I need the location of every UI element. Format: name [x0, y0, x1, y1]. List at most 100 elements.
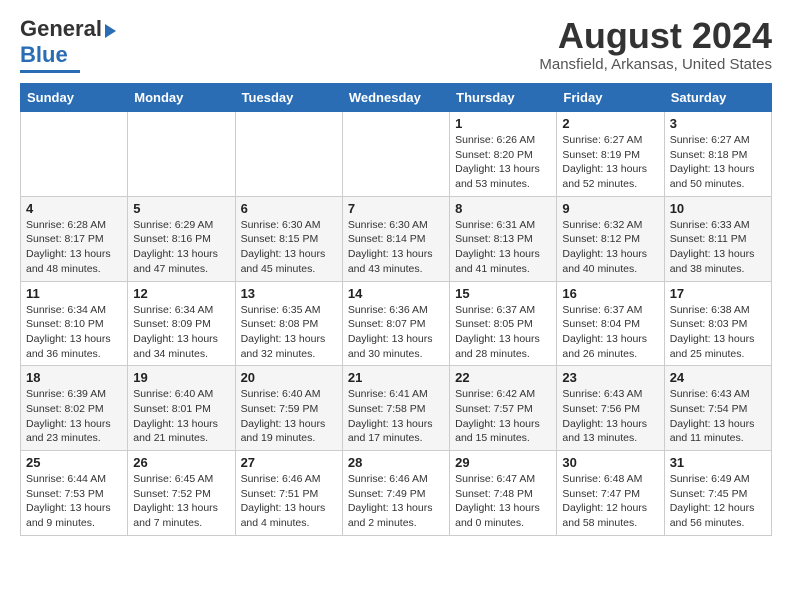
day-info: Sunrise: 6:40 AM Sunset: 8:01 PM Dayligh… — [133, 387, 229, 446]
calendar-cell: 29 Sunrise: 6:47 AM Sunset: 7:48 PM Dayli… — [450, 451, 557, 536]
day-info: Sunrise: 6:33 AM Sunset: 8:11 PM Dayligh… — [670, 218, 766, 277]
logo-arrow-icon — [105, 24, 116, 38]
calendar-cell: 30 Sunrise: 6:48 AM Sunset: 7:47 PM Dayli… — [557, 451, 664, 536]
header-day-thursday: Thursday — [450, 84, 557, 112]
day-number: 11 — [26, 286, 122, 301]
calendar-cell: 8Sunrise: 6:31 AM Sunset: 8:13 PM Daylig… — [450, 196, 557, 281]
logo-text-general: General — [20, 16, 102, 42]
day-number: 5 — [133, 201, 229, 216]
day-info: Sunrise: 6:41 AM Sunset: 7:58 PM Dayligh… — [348, 387, 444, 446]
day-info: Sunrise: 6:28 AM Sunset: 8:17 PM Dayligh… — [26, 218, 122, 277]
calendar-cell: 23Sunrise: 6:43 AM Sunset: 7:56 PM Dayli… — [557, 366, 664, 451]
day-info: Sunrise: 6:44 AM Sunset: 7:53 PM Dayligh… — [26, 472, 122, 531]
day-number: 1 — [455, 116, 551, 131]
day-number: 24 — [670, 370, 766, 385]
day-info: Sunrise: 6:27 AM Sunset: 8:19 PM Dayligh… — [562, 133, 658, 192]
day-info: Sunrise: 6:43 AM Sunset: 7:54 PM Dayligh… — [670, 387, 766, 446]
day-number: 25 — [26, 455, 122, 470]
header-day-tuesday: Tuesday — [235, 84, 342, 112]
day-number: 17 — [670, 286, 766, 301]
calendar-table: SundayMondayTuesdayWednesdayThursdayFrid… — [20, 83, 772, 536]
day-info: Sunrise: 6:30 AM Sunset: 8:15 PM Dayligh… — [241, 218, 337, 277]
calendar-cell: 9Sunrise: 6:32 AM Sunset: 8:12 PM Daylig… — [557, 196, 664, 281]
month-title: August 2024 — [539, 16, 772, 56]
logo: General Blue — [20, 16, 116, 73]
calendar-cell — [235, 112, 342, 197]
day-number: 6 — [241, 201, 337, 216]
day-number: 29 — [455, 455, 551, 470]
day-number: 2 — [562, 116, 658, 131]
calendar-week-row: 25 Sunrise: 6:44 AM Sunset: 7:53 PM Dayli… — [21, 451, 772, 536]
calendar-cell: 7 Sunrise: 6:30 AM Sunset: 8:14 PM Daylig… — [342, 196, 449, 281]
calendar-cell: 1Sunrise: 6:26 AM Sunset: 8:20 PM Daylig… — [450, 112, 557, 197]
calendar-cell — [342, 112, 449, 197]
day-number: 16 — [562, 286, 658, 301]
calendar-cell: 11 Sunrise: 6:34 AM Sunset: 8:10 PM Dayli… — [21, 281, 128, 366]
calendar-cell: 26 Sunrise: 6:45 AM Sunset: 7:52 PM Dayli… — [128, 451, 235, 536]
day-info: Sunrise: 6:30 AM Sunset: 8:14 PM Dayligh… — [348, 218, 444, 277]
day-number: 3 — [670, 116, 766, 131]
day-number: 30 — [562, 455, 658, 470]
day-number: 18 — [26, 370, 122, 385]
calendar-cell: 20Sunrise: 6:40 AM Sunset: 7:59 PM Dayli… — [235, 366, 342, 451]
title-area: August 2024 Mansfield, Arkansas, United … — [539, 16, 772, 73]
calendar-cell: 25 Sunrise: 6:44 AM Sunset: 7:53 PM Dayli… — [21, 451, 128, 536]
day-number: 10 — [670, 201, 766, 216]
day-number: 13 — [241, 286, 337, 301]
day-number: 26 — [133, 455, 229, 470]
logo-underline — [20, 70, 80, 73]
calendar-cell: 19 Sunrise: 6:40 AM Sunset: 8:01 PM Dayli… — [128, 366, 235, 451]
header-day-wednesday: Wednesday — [342, 84, 449, 112]
day-info: Sunrise: 6:39 AM Sunset: 8:02 PM Dayligh… — [26, 387, 122, 446]
location-title: Mansfield, Arkansas, United States — [539, 56, 772, 73]
day-info: Sunrise: 6:46 AM Sunset: 7:51 PM Dayligh… — [241, 472, 337, 531]
calendar-week-row: 4 Sunrise: 6:28 AM Sunset: 8:17 PM Daylig… — [21, 196, 772, 281]
calendar-cell: 31 Sunrise: 6:49 AM Sunset: 7:45 PM Dayli… — [664, 451, 771, 536]
day-number: 23 — [562, 370, 658, 385]
calendar-week-row: 18 Sunrise: 6:39 AM Sunset: 8:02 PM Dayli… — [21, 366, 772, 451]
logo-text-blue: Blue — [20, 42, 68, 68]
day-number: 15 — [455, 286, 551, 301]
day-info: Sunrise: 6:45 AM Sunset: 7:52 PM Dayligh… — [133, 472, 229, 531]
day-number: 27 — [241, 455, 337, 470]
calendar-week-row: 1Sunrise: 6:26 AM Sunset: 8:20 PM Daylig… — [21, 112, 772, 197]
day-number: 14 — [348, 286, 444, 301]
day-info: Sunrise: 6:34 AM Sunset: 8:10 PM Dayligh… — [26, 303, 122, 362]
calendar-cell — [128, 112, 235, 197]
day-info: Sunrise: 6:32 AM Sunset: 8:12 PM Dayligh… — [562, 218, 658, 277]
day-info: Sunrise: 6:46 AM Sunset: 7:49 PM Dayligh… — [348, 472, 444, 531]
calendar-cell: 4 Sunrise: 6:28 AM Sunset: 8:17 PM Daylig… — [21, 196, 128, 281]
calendar-cell: 28 Sunrise: 6:46 AM Sunset: 7:49 PM Dayli… — [342, 451, 449, 536]
day-number: 4 — [26, 201, 122, 216]
header: General Blue August 2024 Mansfield, Arka… — [20, 16, 772, 73]
header-day-sunday: Sunday — [21, 84, 128, 112]
calendar-cell: 12Sunrise: 6:34 AM Sunset: 8:09 PM Dayli… — [128, 281, 235, 366]
calendar-week-row: 11 Sunrise: 6:34 AM Sunset: 8:10 PM Dayli… — [21, 281, 772, 366]
day-info: Sunrise: 6:48 AM Sunset: 7:47 PM Dayligh… — [562, 472, 658, 531]
day-info: Sunrise: 6:37 AM Sunset: 8:04 PM Dayligh… — [562, 303, 658, 362]
calendar-cell: 27 Sunrise: 6:46 AM Sunset: 7:51 PM Dayli… — [235, 451, 342, 536]
calendar-cell: 21 Sunrise: 6:41 AM Sunset: 7:58 PM Dayli… — [342, 366, 449, 451]
calendar-cell: 24 Sunrise: 6:43 AM Sunset: 7:54 PM Dayli… — [664, 366, 771, 451]
day-number: 19 — [133, 370, 229, 385]
day-info: Sunrise: 6:29 AM Sunset: 8:16 PM Dayligh… — [133, 218, 229, 277]
day-number: 31 — [670, 455, 766, 470]
header-day-friday: Friday — [557, 84, 664, 112]
day-info: Sunrise: 6:27 AM Sunset: 8:18 PM Dayligh… — [670, 133, 766, 192]
calendar-cell: 22Sunrise: 6:42 AM Sunset: 7:57 PM Dayli… — [450, 366, 557, 451]
day-info: Sunrise: 6:37 AM Sunset: 8:05 PM Dayligh… — [455, 303, 551, 362]
day-number: 7 — [348, 201, 444, 216]
day-number: 21 — [348, 370, 444, 385]
logo-line2: Blue — [20, 42, 68, 68]
day-number: 8 — [455, 201, 551, 216]
day-info: Sunrise: 6:34 AM Sunset: 8:09 PM Dayligh… — [133, 303, 229, 362]
day-info: Sunrise: 6:35 AM Sunset: 8:08 PM Dayligh… — [241, 303, 337, 362]
day-number: 20 — [241, 370, 337, 385]
calendar-cell: 13 Sunrise: 6:35 AM Sunset: 8:08 PM Dayli… — [235, 281, 342, 366]
calendar-cell: 3 Sunrise: 6:27 AM Sunset: 8:18 PM Daylig… — [664, 112, 771, 197]
day-info: Sunrise: 6:49 AM Sunset: 7:45 PM Dayligh… — [670, 472, 766, 531]
day-info: Sunrise: 6:47 AM Sunset: 7:48 PM Dayligh… — [455, 472, 551, 531]
calendar-cell: 18 Sunrise: 6:39 AM Sunset: 8:02 PM Dayli… — [21, 366, 128, 451]
day-number: 28 — [348, 455, 444, 470]
day-info: Sunrise: 6:38 AM Sunset: 8:03 PM Dayligh… — [670, 303, 766, 362]
